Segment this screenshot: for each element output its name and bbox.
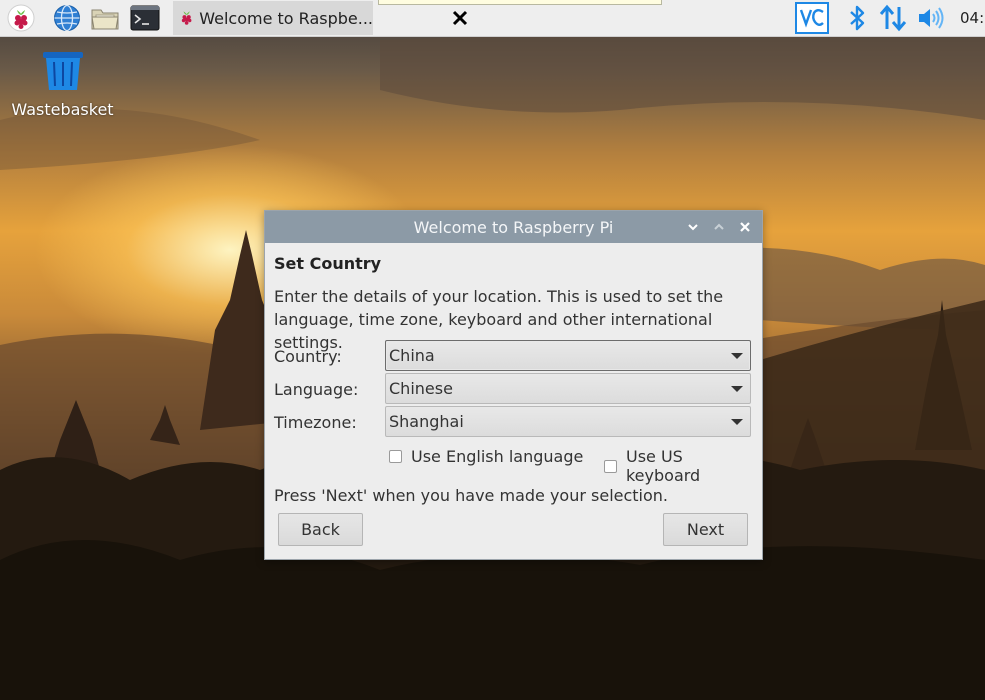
language-value: Chinese bbox=[389, 379, 453, 398]
country-value: China bbox=[389, 346, 435, 365]
web-browser-icon bbox=[54, 4, 80, 32]
clock[interactable]: 04: bbox=[960, 9, 984, 27]
task-title: Welcome to Raspbe... bbox=[199, 8, 373, 28]
volume-tray-button[interactable] bbox=[916, 3, 946, 33]
file-manager-icon bbox=[91, 9, 119, 30]
use-english-label: Use English language bbox=[411, 447, 584, 466]
checkbox-box[interactable] bbox=[389, 450, 402, 463]
taskbar: Welcome to Raspbe... 04: bbox=[0, 0, 985, 37]
terminal-icon bbox=[130, 5, 160, 31]
close-window-icon[interactable] bbox=[737, 219, 753, 235]
bluetooth-tray-button[interactable] bbox=[842, 3, 872, 33]
description-line-1: Enter the details of your location. This… bbox=[274, 287, 724, 306]
raspberry-menu-icon bbox=[7, 4, 35, 32]
raspberry-menu-button[interactable] bbox=[6, 3, 36, 33]
timezone-value: Shanghai bbox=[389, 412, 464, 431]
file-manager-button[interactable] bbox=[90, 3, 120, 33]
wastebasket-desktop-icon[interactable]: Wastebasket bbox=[10, 50, 115, 119]
section-heading: Set Country bbox=[274, 254, 382, 273]
timezone-dropdown[interactable]: Shanghai bbox=[385, 406, 751, 437]
task-welcome-window[interactable]: Welcome to Raspbe... bbox=[173, 1, 373, 35]
volume-icon bbox=[919, 7, 944, 29]
wastebasket-icon bbox=[42, 52, 83, 90]
web-browser-button[interactable] bbox=[52, 3, 82, 33]
use-us-keyboard-label: Use US keyboard bbox=[625, 447, 701, 485]
vnc-tray-button[interactable] bbox=[795, 2, 829, 34]
network-icon bbox=[879, 4, 907, 32]
back-button[interactable]: Back bbox=[278, 513, 363, 546]
language-label: Language: bbox=[274, 380, 359, 399]
language-dropdown[interactable]: Chinese bbox=[385, 373, 751, 404]
terminal-button[interactable] bbox=[130, 3, 160, 33]
vnc-icon bbox=[795, 2, 829, 34]
chevron-down-icon bbox=[731, 419, 743, 425]
next-button[interactable]: Next bbox=[663, 513, 748, 546]
welcome-dialog: Welcome to Raspberry Pi Set Country Ente… bbox=[264, 210, 763, 560]
tooltip-strip bbox=[378, 0, 662, 5]
minimize-icon[interactable] bbox=[685, 219, 701, 235]
country-dropdown[interactable]: China bbox=[385, 340, 751, 371]
bluetooth-icon bbox=[850, 5, 865, 31]
hint-text: Press 'Next' when you have made your sel… bbox=[274, 486, 669, 505]
dialog-titlebar[interactable]: Welcome to Raspberry Pi bbox=[265, 211, 762, 243]
checkbox-box[interactable] bbox=[604, 459, 617, 473]
chevron-down-icon bbox=[731, 386, 743, 392]
chevron-down-icon bbox=[731, 353, 743, 359]
use-us-keyboard-checkbox[interactable]: Use US keyboard bbox=[604, 447, 762, 485]
raspberry-app-icon bbox=[181, 11, 192, 25]
close-icon[interactable] bbox=[450, 8, 470, 28]
use-english-checkbox[interactable]: Use English language bbox=[389, 447, 583, 466]
country-label: Country: bbox=[274, 347, 342, 366]
timezone-label: Timezone: bbox=[274, 413, 357, 432]
wastebasket-label: Wastebasket bbox=[11, 100, 114, 119]
network-tray-button[interactable] bbox=[878, 3, 908, 33]
maximize-icon[interactable] bbox=[711, 219, 727, 235]
